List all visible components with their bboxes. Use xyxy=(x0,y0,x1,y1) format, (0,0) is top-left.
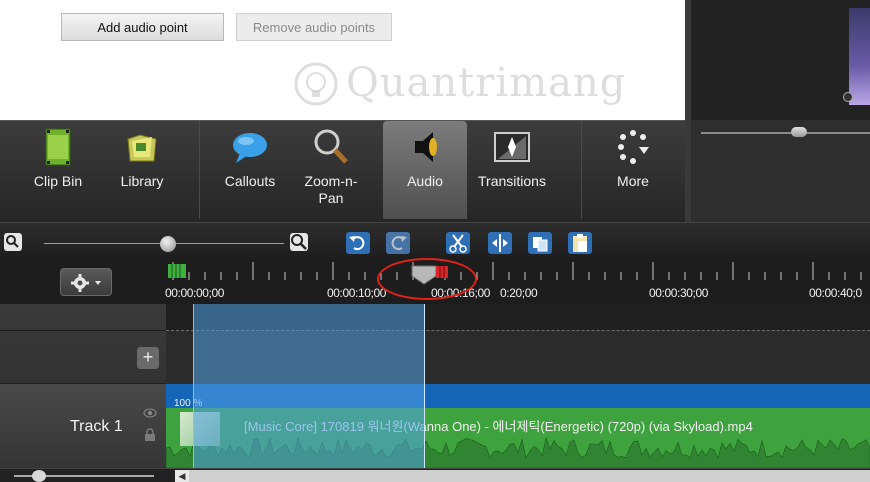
preview-frame xyxy=(849,8,870,105)
tab-audio[interactable]: Audio xyxy=(383,121,467,219)
redo-icon[interactable] xyxy=(386,232,410,254)
zoom-in-icon[interactable] xyxy=(290,233,308,251)
tab-clip-bin-label: Clip Bin xyxy=(33,173,83,189)
track-area: + Track 1 100 % [Music Core] 170819 워너원(… xyxy=(0,304,870,468)
audio-icon xyxy=(415,132,437,162)
horizontal-scrollbar[interactable]: ◀ xyxy=(175,470,870,482)
time-label: 00:00:30;00 xyxy=(649,286,708,300)
split-icon[interactable] xyxy=(488,232,512,254)
tab-audio-label: Audio xyxy=(407,173,443,189)
preview-seek-bar[interactable] xyxy=(691,120,870,222)
copy-icon[interactable] xyxy=(528,232,552,254)
zoom-slider-handle[interactable] xyxy=(160,236,176,252)
time-label: 0:20;00 xyxy=(500,286,538,300)
gear-icon xyxy=(71,274,89,292)
time-label: 00:00:10;00 xyxy=(327,286,386,300)
transitions-icon xyxy=(494,132,530,162)
track-1-header[interactable]: Track 1 xyxy=(0,384,166,468)
time-label: 00:00:40;0 xyxy=(809,286,862,300)
zoom-out-icon[interactable] xyxy=(4,233,22,251)
add-audio-point-button[interactable]: Add audio point xyxy=(61,13,224,41)
add-track-button[interactable]: + xyxy=(137,347,159,369)
undo-icon[interactable] xyxy=(346,232,370,254)
cut-icon[interactable] xyxy=(446,232,470,254)
preview-area xyxy=(691,0,870,120)
tab-library[interactable]: Library xyxy=(110,121,174,219)
library-icon xyxy=(127,134,157,162)
tab-more[interactable]: More xyxy=(598,121,668,219)
chevron-down-icon xyxy=(95,281,101,285)
paste-icon[interactable] xyxy=(568,232,592,254)
tab-callouts-label: Callouts xyxy=(224,173,276,189)
seek-track xyxy=(701,132,870,134)
audio-panel: Add audio point Remove audio points Quan… xyxy=(0,0,685,120)
remove-audio-points-button[interactable]: Remove audio points xyxy=(236,13,392,41)
timeline-toolbar xyxy=(0,222,870,258)
track-1-label: Track 1 xyxy=(70,418,123,435)
preview-handle[interactable] xyxy=(843,92,853,102)
tab-separator xyxy=(199,121,200,219)
zoom-n-pan-icon xyxy=(314,129,348,164)
bottom-bar: ◀ xyxy=(0,468,870,482)
tab-more-label: More xyxy=(617,173,649,189)
callouts-icon xyxy=(233,133,267,163)
timeline-selection[interactable] xyxy=(193,304,425,468)
tab-transitions-label: Transitions xyxy=(478,173,546,189)
watermark-bulb-icon xyxy=(294,62,338,106)
tab-zoom-n-pan[interactable]: Zoom-n-Pan xyxy=(300,121,362,219)
watermark-text: Quantrimang xyxy=(346,60,627,106)
eye-icon[interactable] xyxy=(143,408,157,418)
scroll-left-icon[interactable]: ◀ xyxy=(175,470,189,482)
tab-clip-bin[interactable]: Clip Bin xyxy=(26,121,90,219)
tab-zoom-n-pan-label: Zoom-n-Pan xyxy=(304,173,358,206)
time-label: 00:00:00;00 xyxy=(165,286,224,300)
tab-separator xyxy=(581,121,582,219)
tab-transitions[interactable]: Transitions xyxy=(470,121,554,219)
timeline-ruler[interactable]: 00:00:00;00 00:00:10;00 00:00:16;00 0:20… xyxy=(165,258,870,304)
track-header-column: + Track 1 xyxy=(0,304,166,468)
track-height-handle[interactable] xyxy=(32,470,46,482)
clip-bin-icon xyxy=(45,128,71,166)
plus-icon: + xyxy=(142,347,154,367)
lock-icon[interactable] xyxy=(144,428,156,442)
tab-callouts[interactable]: Callouts xyxy=(212,121,288,219)
watermark: Quantrimang xyxy=(288,58,625,118)
seek-handle[interactable] xyxy=(791,127,807,137)
tab-library-label: Library xyxy=(120,173,164,189)
task-tab-bar: Clip Bin Library Callouts Zoom-n-Pan Aud… xyxy=(0,120,685,222)
more-icon xyxy=(618,130,649,164)
track-options-button[interactable] xyxy=(60,268,112,296)
highlight-circle xyxy=(377,258,477,300)
